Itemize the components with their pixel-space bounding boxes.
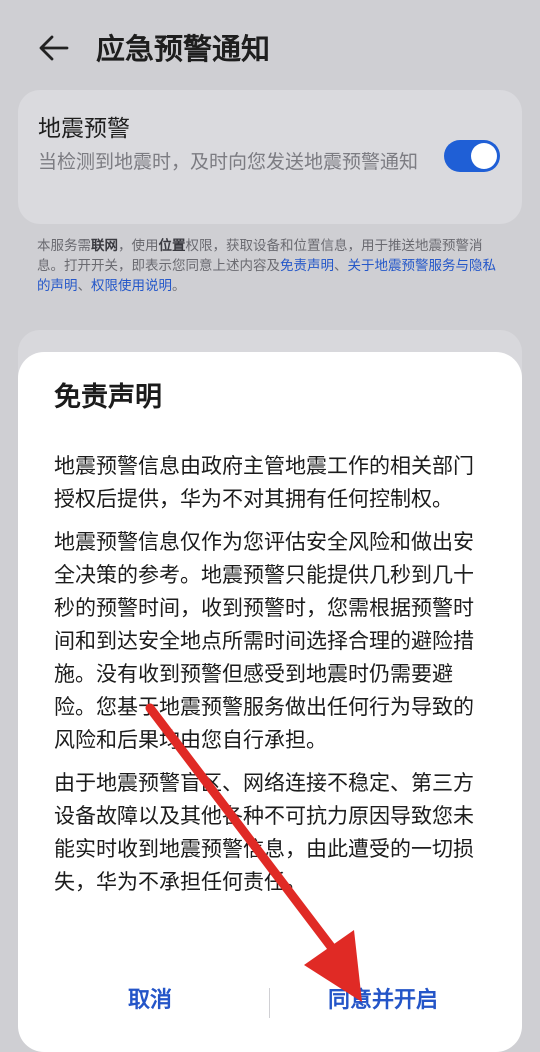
disclaimer-link[interactable]: 免责声明: [280, 258, 334, 274]
dialog-paragraph: 地震预警信息由政府主管地震工作的相关部门授权后提供，华为不对其拥有任何控制权。: [54, 454, 474, 511]
setting-description: 当检测到地震时，及时向您发送地震预警通知: [38, 151, 419, 173]
notice-network: 联网: [91, 238, 118, 254]
notice-location: 位置: [158, 238, 186, 254]
dialog-paragraph: 地震预警信息仅作为您评估安全风险和做出安全决策的参考。地震预警只能提供几秒到几十…: [54, 530, 474, 752]
disclaimer-dialog: 免责声明 地震预警信息由政府主管地震工作的相关部门授权后提供，华为不对其拥有任何…: [18, 352, 522, 1052]
arrow-left-icon: [39, 35, 69, 61]
earthquake-warning-card: 地震预警 当检测到地震时，及时向您发送地震预警通知: [18, 90, 522, 224]
button-divider: [269, 988, 270, 1018]
earthquake-warning-toggle[interactable]: [444, 140, 500, 172]
notice-sep: 、: [77, 278, 92, 294]
dialog-button-row: 取消 同意并开启: [18, 982, 522, 1022]
notice-text: ，使用: [118, 238, 159, 254]
permission-usage-link[interactable]: 权限使用说明: [91, 278, 172, 294]
toggle-knob: [471, 143, 497, 169]
agree-and-enable-button[interactable]: 同意并开启: [328, 986, 438, 1016]
notice-end: 。: [172, 278, 186, 294]
page-title: 应急预警通知: [96, 32, 271, 66]
notice-sep: 、: [334, 258, 348, 274]
service-notice: 本服务需联网，使用位置权限，获取设备和位置信息，用于推送地震预警消息。打开开关，…: [37, 236, 507, 296]
notice-text: 本服务需: [37, 238, 91, 254]
dialog-title: 免责声明: [54, 382, 162, 413]
app-header: 应急预警通知: [0, 0, 540, 100]
back-button[interactable]: [36, 30, 72, 66]
cancel-button[interactable]: 取消: [128, 986, 172, 1016]
dialog-body: 地震预警信息由政府主管地震工作的相关部门授权后提供，华为不对其拥有任何控制权。 …: [54, 450, 494, 909]
dialog-paragraph: 由于地震预警盲区、网络连接不稳定、第三方设备故障以及其他各种不可抗力原因导致您未…: [54, 771, 474, 894]
setting-title: 地震预警: [38, 116, 130, 142]
